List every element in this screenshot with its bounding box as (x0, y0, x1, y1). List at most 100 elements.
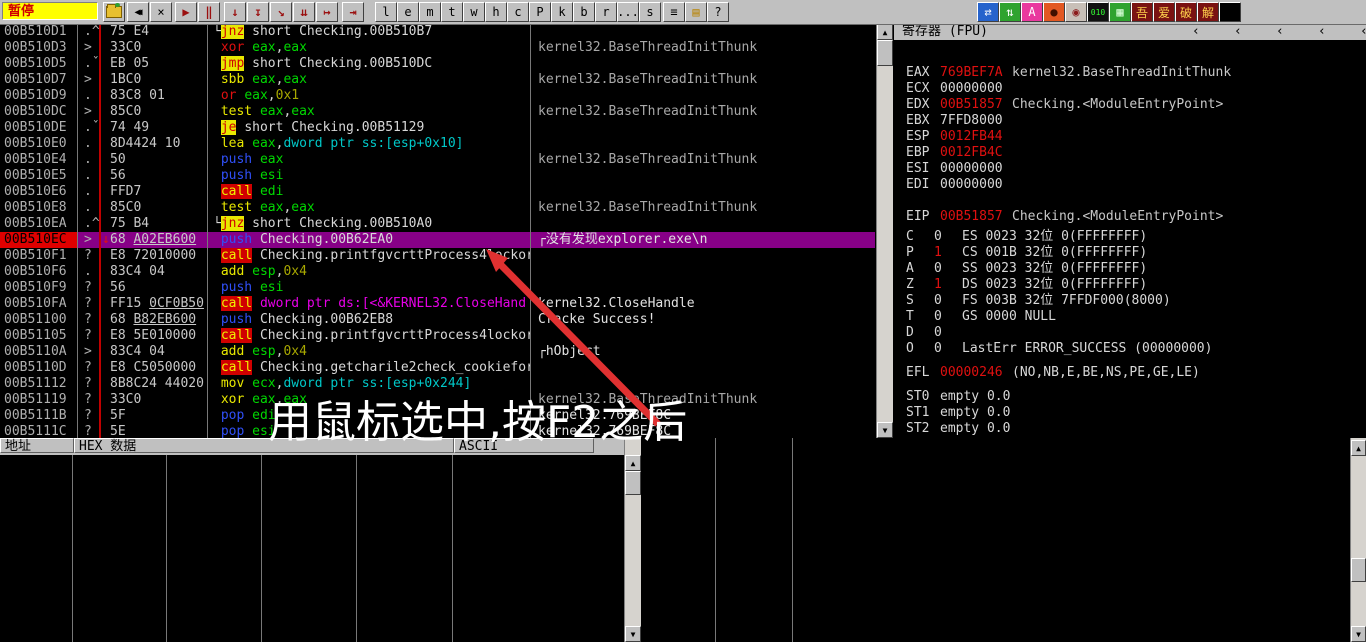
plugin-updown-button[interactable]: ⇅ (999, 2, 1021, 22)
disasm-row[interactable]: 00B510D9. 83C8 01 or eax,0x1 (0, 88, 875, 104)
panel-collapse-icon[interactable]: ‹ (1318, 24, 1326, 40)
execute-till-user-code-button[interactable]: ⇥ (342, 2, 364, 22)
scroll-thumb[interactable] (1351, 558, 1366, 582)
disassembly-panel[interactable]: 00B510D1 .^ 75 E4 └jnz short Checking.00B51… (0, 24, 875, 438)
panel-collapse-icon[interactable]: ‹ (1276, 24, 1284, 40)
pause-button[interactable]: ‖ (198, 2, 220, 22)
registers-panel[interactable]: 寄存器 (FPU) ‹ ‹ ‹ ‹ ‹ EAX 769BEF7A kernel32.Base… (894, 24, 1366, 438)
stack-panel[interactable]: 0012FB44769BEF8C返回到 kernel32.769BEF8C001… (648, 438, 1350, 642)
register-row[interactable]: EDX 00B51857 Checking.<ModuleEntryPoint> (894, 97, 1366, 113)
register-row[interactable]: ESI 00000000 (894, 161, 1366, 177)
plugin-ai-button[interactable]: 爱 (1153, 2, 1175, 22)
references-button[interactable]: r (595, 2, 617, 22)
options-button[interactable]: ≡ (663, 2, 685, 22)
disasm-row[interactable]: 00B510E5. 56 push esi (0, 168, 875, 184)
scroll-down-icon[interactable]: ▼ (625, 626, 641, 642)
eflags-row[interactable]: EFL 00000246 (NO,NB,E,BE,NS,PE,GE,LE) (894, 365, 1366, 381)
column-divider[interactable] (77, 24, 78, 438)
stack-scrollbar[interactable]: ▲ ▼ (1350, 438, 1366, 642)
plugin-a-button[interactable]: A (1021, 2, 1043, 22)
fpu-row[interactable]: ST1 empty 0.0 (894, 405, 1366, 421)
plugin-spiral-button[interactable]: ◉ (1065, 2, 1087, 22)
flag-row[interactable]: C 0 ES 0023 32位 0(FFFFFFFF) (894, 229, 1366, 245)
animate-over-button[interactable]: ⇊ (293, 2, 315, 22)
disasm-row[interactable]: 00B510F1? E8 72010000 call Checking.print… (0, 248, 875, 264)
flag-row[interactable]: D0 (894, 325, 1366, 341)
panel-collapse-icon[interactable]: ‹ (1234, 24, 1242, 40)
disasm-row[interactable]: 00B510DC >85C0 test eax,eax kernel32.BaseT… (0, 104, 875, 120)
disasm-row[interactable]: 00B510D7 >1BC0 sbb eax,eax kernel32.BaseTh… (0, 72, 875, 88)
disasm-row[interactable]: 00B510FA? FF15 0CF0B50 call dword ptr ds:… (0, 296, 875, 312)
disasm-row[interactable]: 00B5110D? E8 C5050000 call Checking.getch… (0, 360, 875, 376)
disasm-row[interactable]: 00B510E8. 85C0 test eax,eax kernel32.BaseT… (0, 200, 875, 216)
animate-into-button[interactable]: ↘ (270, 2, 292, 22)
scroll-thumb[interactable] (877, 40, 893, 66)
plugin-swap-button[interactable]: ⇄ (977, 2, 999, 22)
flag-row[interactable]: A 0 SS 0023 32位 0(FFFFFFFF) (894, 261, 1366, 277)
register-row[interactable]: EBP 0012FB4C (894, 145, 1366, 161)
disasm-row[interactable]: 00B510D5 .ˇ EB 05 jmp short Checking.00B51… (0, 56, 875, 72)
plugin-po-button[interactable]: 破 (1175, 2, 1197, 22)
register-row[interactable]: EBX 7FFD8000 (894, 113, 1366, 129)
execute-till-return-button[interactable]: ↦ (316, 2, 338, 22)
disasm-row[interactable]: 00B510DE .ˇ 74 49 je short Checking.00B511… (0, 120, 875, 136)
disasm-row[interactable]: 00B510F9? 56 push esi (0, 280, 875, 296)
appearance-button[interactable]: ▤ (685, 2, 707, 22)
disasm-row[interactable]: 00B510D1 .^ 75 E4 └jnz short Checking.00B51… (0, 24, 875, 40)
scroll-up-icon[interactable]: ▲ (625, 455, 641, 471)
disasm-scrollbar[interactable]: ▲ ▼ (876, 24, 893, 438)
disasm-row[interactable]: 00B5110A >83C4 04 add esp,0x4 ┌hObject (0, 344, 875, 360)
plugin-target-button[interactable]: ● (1043, 2, 1065, 22)
flag-row[interactable]: Z 1 DS 0023 32位 0(FFFFFFFF) (894, 277, 1366, 293)
disasm-row[interactable]: 00B510E6. FFD7 call edi (0, 184, 875, 200)
scroll-up-icon[interactable]: ▲ (877, 24, 893, 40)
dump-scrollbar[interactable]: ▲ ▼ (624, 438, 641, 642)
panel-collapse-icon[interactable]: ‹ (1192, 24, 1200, 40)
hex-dump-panel[interactable]: 地址 HEX 数据 ASCII 00B5F0005D 64 9D 7625 65… (0, 438, 624, 642)
plugin-wu-button[interactable]: 吾 (1131, 2, 1153, 22)
disasm-row[interactable]: 00B510EC > ↓ 68 A02EB600 push Checking.00B6… (0, 232, 875, 248)
scroll-up-icon[interactable]: ▲ (1351, 440, 1366, 456)
open-file-button[interactable] (103, 2, 125, 22)
call-stack-button[interactable]: k (551, 2, 573, 22)
register-row-eip[interactable]: EIP 00B51857 Checking.<ModuleEntryPoint> (894, 209, 1366, 225)
register-row[interactable]: ECX 00000000 (894, 81, 1366, 97)
disasm-row[interactable]: 00B510E4. 50 push eax kernel32.BaseThreadI… (0, 152, 875, 168)
memory-map-button[interactable]: m (419, 2, 441, 22)
disasm-row[interactable]: 00B510E0. 8D4424 10 lea eax,dword ptr ss:… (0, 136, 875, 152)
register-row[interactable]: EDI 00000000 (894, 177, 1366, 193)
disasm-row[interactable]: 00B51100? 68 B82EB600 push Checking.00B62… (0, 312, 875, 328)
flag-row[interactable]: P 1 CS 001B 32位 0(FFFFFFFF) (894, 245, 1366, 261)
plugin-window-button[interactable]: ▦ (1109, 2, 1131, 22)
help-button[interactable]: ? (707, 2, 729, 22)
threads-button[interactable]: t (441, 2, 463, 22)
disasm-row[interactable]: 00B510F6. 83C4 04 add esp,0x4 (0, 264, 875, 280)
handles-button[interactable]: h (485, 2, 507, 22)
windows-button[interactable]: w (463, 2, 485, 22)
restart-button[interactable]: ◀◀ (127, 2, 149, 22)
flag-row[interactable]: O 0 LastErr ERROR_SUCCESS (00000000) (894, 341, 1366, 357)
column-divider[interactable] (530, 24, 531, 438)
panel-collapse-icon[interactable]: ‹ (1360, 24, 1366, 40)
plugin-binary-button[interactable]: 010 (1087, 2, 1109, 22)
executable-modules-button[interactable]: e (397, 2, 419, 22)
fpu-row[interactable]: ST0 empty 0.0 (894, 389, 1366, 405)
disasm-row[interactable]: 00B510EA .^ 75 B4 └jnz short Checking.00B51… (0, 216, 875, 232)
breakpoints-button[interactable]: b (573, 2, 595, 22)
plugin-jie-button[interactable]: 解 (1197, 2, 1219, 22)
scroll-thumb[interactable] (625, 471, 641, 495)
fpu-row[interactable]: ST2 empty 0.0 (894, 421, 1366, 437)
run-button[interactable]: ▶ (175, 2, 197, 22)
flag-row[interactable]: S 0 FS 003B 32位 7FFDF000(8000) (894, 293, 1366, 309)
patches-button[interactable]: P (529, 2, 551, 22)
close-window-button[interactable]: × (150, 2, 172, 22)
step-into-button[interactable]: ↓ (224, 2, 246, 22)
log-window-button[interactable]: l (375, 2, 397, 22)
disasm-row[interactable]: 00B51105? E8 5E010000 call Checking.print… (0, 328, 875, 344)
run-trace-button[interactable]: ... (617, 2, 639, 22)
scroll-down-icon[interactable]: ▼ (877, 422, 893, 438)
dump-address-header[interactable]: 地址 (0, 438, 74, 454)
disasm-row[interactable]: 00B510D3 >33C0 xor eax,eax kernel32.BaseTh… (0, 40, 875, 56)
cpu-window-button[interactable]: c (507, 2, 529, 22)
scroll-down-icon[interactable]: ▼ (1351, 626, 1366, 642)
